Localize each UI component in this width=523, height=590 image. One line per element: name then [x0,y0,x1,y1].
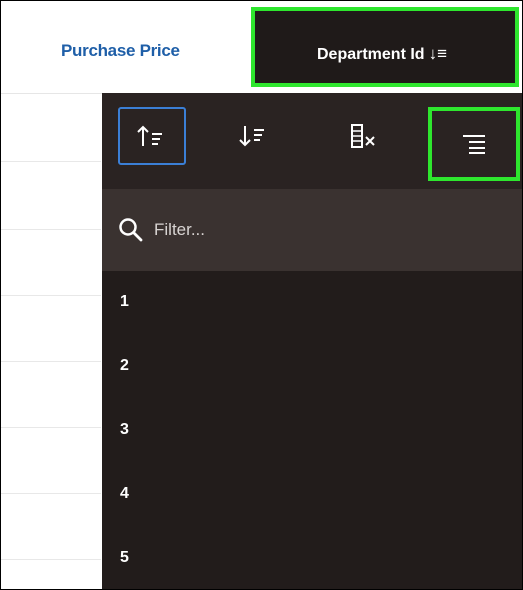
hide-column-icon [351,124,375,148]
department-id-text: Department Id [317,46,425,63]
sort-descending-button[interactable] [220,107,288,165]
list-item[interactable]: 3 [102,399,522,463]
list-item-label: 5 [120,549,129,566]
list-item[interactable]: 4 [102,463,522,527]
control-break-icon [463,135,485,154]
column-values-list: 1 2 3 4 5 [102,271,522,589]
sort-descending-icon [239,126,264,147]
row-divider [1,427,101,428]
filter-bar [102,189,522,271]
department-id-label: Department Id ↓≡ [317,44,447,64]
report-region: Purchase Price Department Id ↓≡ Filter..… [0,0,523,590]
control-break-button[interactable] [428,107,520,181]
list-item[interactable]: 1 [102,271,522,335]
sort-descending-indicator-icon: ↓≡ [428,44,447,63]
row-divider [1,161,101,162]
list-item-label: 1 [120,293,129,310]
row-divider [1,559,101,560]
list-item-label: 4 [120,485,129,502]
row-divider [1,493,101,494]
row-divider [1,229,101,230]
list-item-label: 3 [120,421,129,438]
column-header-menu: 1 2 3 4 5 [102,93,522,589]
search-icon [119,218,143,242]
hide-column-button[interactable] [330,107,398,165]
sort-ascending-icon [137,125,162,146]
header-menu-toolbar [102,93,522,189]
list-item-label: 2 [120,357,129,374]
row-divider [1,361,101,362]
list-item[interactable]: 2 [102,335,522,399]
column-header-row: Purchase Price Department Id ↓≡ [1,1,522,94]
filter-input[interactable] [152,219,456,241]
list-item[interactable]: 5 [102,527,522,589]
department-id-column-header[interactable]: Department Id ↓≡ [251,7,519,87]
row-divider [1,295,101,296]
sort-ascending-button[interactable] [118,107,186,165]
purchase-price-column-header[interactable]: Purchase Price [61,41,180,61]
